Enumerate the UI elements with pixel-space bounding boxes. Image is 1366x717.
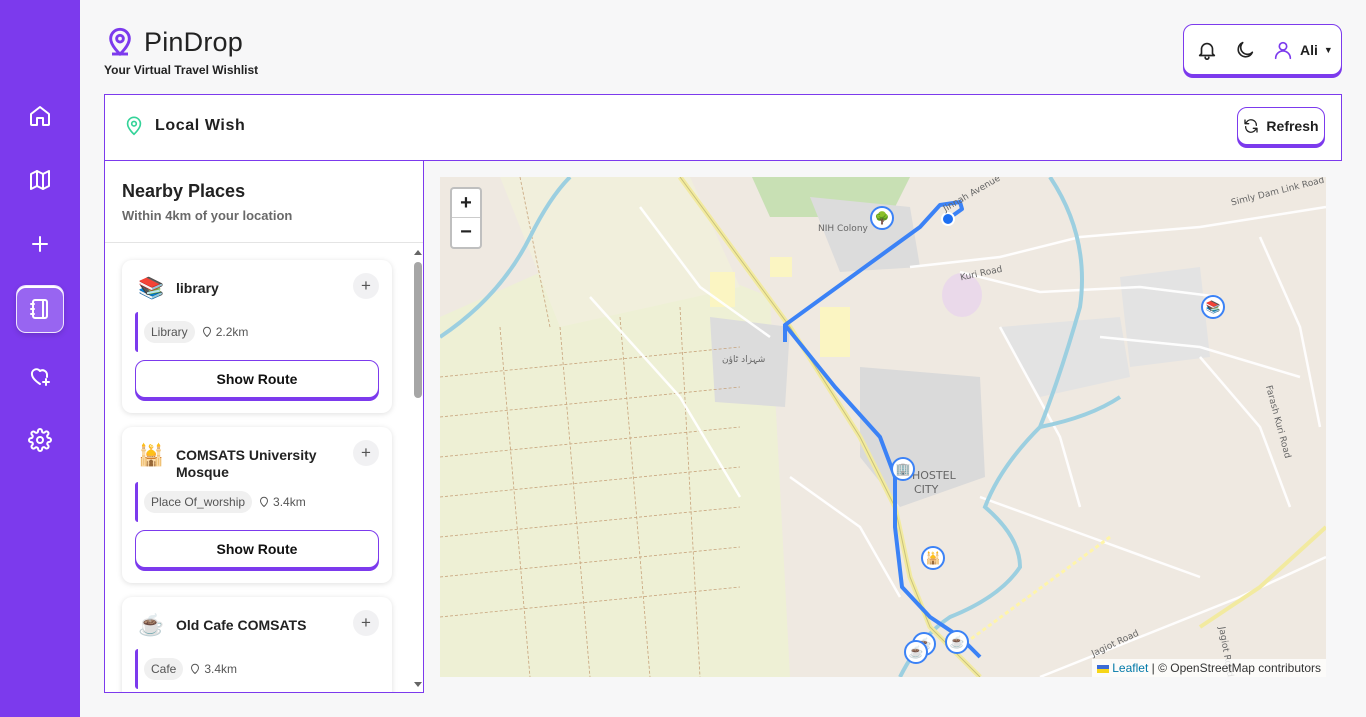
map-pin-icon <box>126 116 142 136</box>
ukraine-flag-icon <box>1097 664 1110 673</box>
nav-map-button[interactable] <box>16 156 64 204</box>
distance: 3.4km <box>273 495 306 509</box>
sidebar <box>0 0 80 717</box>
heart-plus-icon <box>30 368 50 386</box>
coffee-icon: ☕ <box>138 614 165 637</box>
books-icon: 📚 <box>138 277 165 300</box>
show-route-button[interactable]: Show Route <box>135 360 379 398</box>
add-place-button[interactable]: + <box>353 273 379 299</box>
nav-wishlist-button[interactable] <box>16 352 64 400</box>
map-pin-library[interactable]: 📚 <box>1201 295 1225 319</box>
notebook-icon <box>30 299 48 319</box>
map-tiles <box>440 177 1326 677</box>
nearby-places-panel: Nearby Places Within 4km of your locatio… <box>104 160 424 693</box>
location-pin-icon <box>109 27 131 56</box>
nav-add-button[interactable] <box>16 220 64 268</box>
show-route-button[interactable]: Show Route <box>135 530 379 568</box>
add-place-button[interactable]: + <box>353 440 379 466</box>
refresh-button[interactable]: Refresh <box>1237 107 1325 145</box>
nav-notebook-button[interactable] <box>16 285 64 333</box>
distance-icon <box>191 663 200 675</box>
leaflet-link[interactable]: Leaflet <box>1112 661 1148 675</box>
scroll-up-arrow[interactable] <box>414 250 422 255</box>
map-label-hostel: HOSTEL <box>912 469 956 482</box>
caret-down-icon: ▼ <box>1323 44 1333 55</box>
user-menu[interactable]: Ali ▼ <box>1272 39 1333 61</box>
panel-title: Local Wish <box>155 117 246 134</box>
app-subtitle: Your Virtual Travel Wishlist <box>104 63 259 77</box>
home-icon <box>30 106 50 126</box>
user-name: Ali <box>1300 41 1318 58</box>
scroll-down-arrow[interactable] <box>414 682 422 687</box>
header-controls: Ali ▼ <box>1183 24 1342 75</box>
places-list[interactable]: 📚 library + Library 2.2km Show Route 🕌 C… <box>105 244 410 692</box>
distance-icon <box>260 496 269 508</box>
add-place-button[interactable]: + <box>353 610 379 636</box>
map-pin-mosque[interactable]: 🕌 <box>921 546 945 570</box>
brand: PinDrop Your Virtual Travel Wishlist <box>104 26 259 78</box>
map-attribution: Leaflet | © OpenStreetMap contributors <box>1092 659 1326 677</box>
distance-icon <box>202 326 211 338</box>
nav-home-button[interactable] <box>16 92 64 140</box>
category-tag: Library <box>144 321 195 343</box>
refresh-label: Refresh <box>1266 118 1319 134</box>
osm-attribution: | © OpenStreetMap contributors <box>1151 661 1321 675</box>
place-name: Old Cafe COMSATS <box>176 617 307 633</box>
place-card: 📚 library + Library 2.2km Show Route <box>122 260 392 413</box>
distance: 2.2km <box>215 325 249 339</box>
place-card: 🕌 COMSATS University Mosque + Place Of_w… <box>122 427 392 583</box>
map[interactable]: NIH Colony Kuri Road Simly Dam Link Road… <box>440 177 1326 677</box>
place-name: COMSATS University Mosque <box>176 447 317 480</box>
scroll-thumb[interactable] <box>414 262 422 398</box>
refresh-icon <box>1244 119 1259 133</box>
category-tag: Place Of_worship <box>144 491 253 513</box>
app-title: PinDrop <box>144 26 243 57</box>
map-pin-place[interactable]: 🏢 <box>891 457 915 481</box>
place-name: library <box>176 280 219 296</box>
bell-icon[interactable] <box>1196 39 1218 61</box>
distance: 3.4km <box>204 662 238 676</box>
map-label-city: CITY <box>914 483 939 496</box>
category-tag: Cafe <box>144 658 184 680</box>
local-wish-panel: Local Wish Refresh <box>104 94 1342 161</box>
map-label-urdu: شہزاد ٹاؤن <box>722 355 766 365</box>
zoom-control: + − <box>450 187 482 249</box>
moon-icon[interactable] <box>1234 39 1256 61</box>
place-card: ☕ Old Cafe COMSATS + Cafe 3.4km <box>122 597 392 692</box>
map-pin-park[interactable]: 🌳 <box>870 206 894 230</box>
zoom-out-button[interactable]: − <box>452 218 480 247</box>
plus-icon <box>32 236 48 252</box>
mosque-icon: 🕌 <box>138 444 165 467</box>
map-pin-cafe-3[interactable]: ☕ <box>904 640 928 664</box>
nearby-subtitle: Within 4km of your location <box>122 208 293 223</box>
user-icon <box>1274 41 1292 59</box>
zoom-in-button[interactable]: + <box>452 189 480 218</box>
map-icon <box>30 170 50 190</box>
map-pin-cafe-2[interactable]: ☕ <box>945 630 969 654</box>
gear-icon <box>28 428 52 452</box>
nav-settings-button[interactable] <box>16 416 64 464</box>
nearby-title: Nearby Places <box>122 181 246 201</box>
scrollbar[interactable] <box>410 250 423 692</box>
map-label-nih: NIH Colony <box>818 224 868 234</box>
